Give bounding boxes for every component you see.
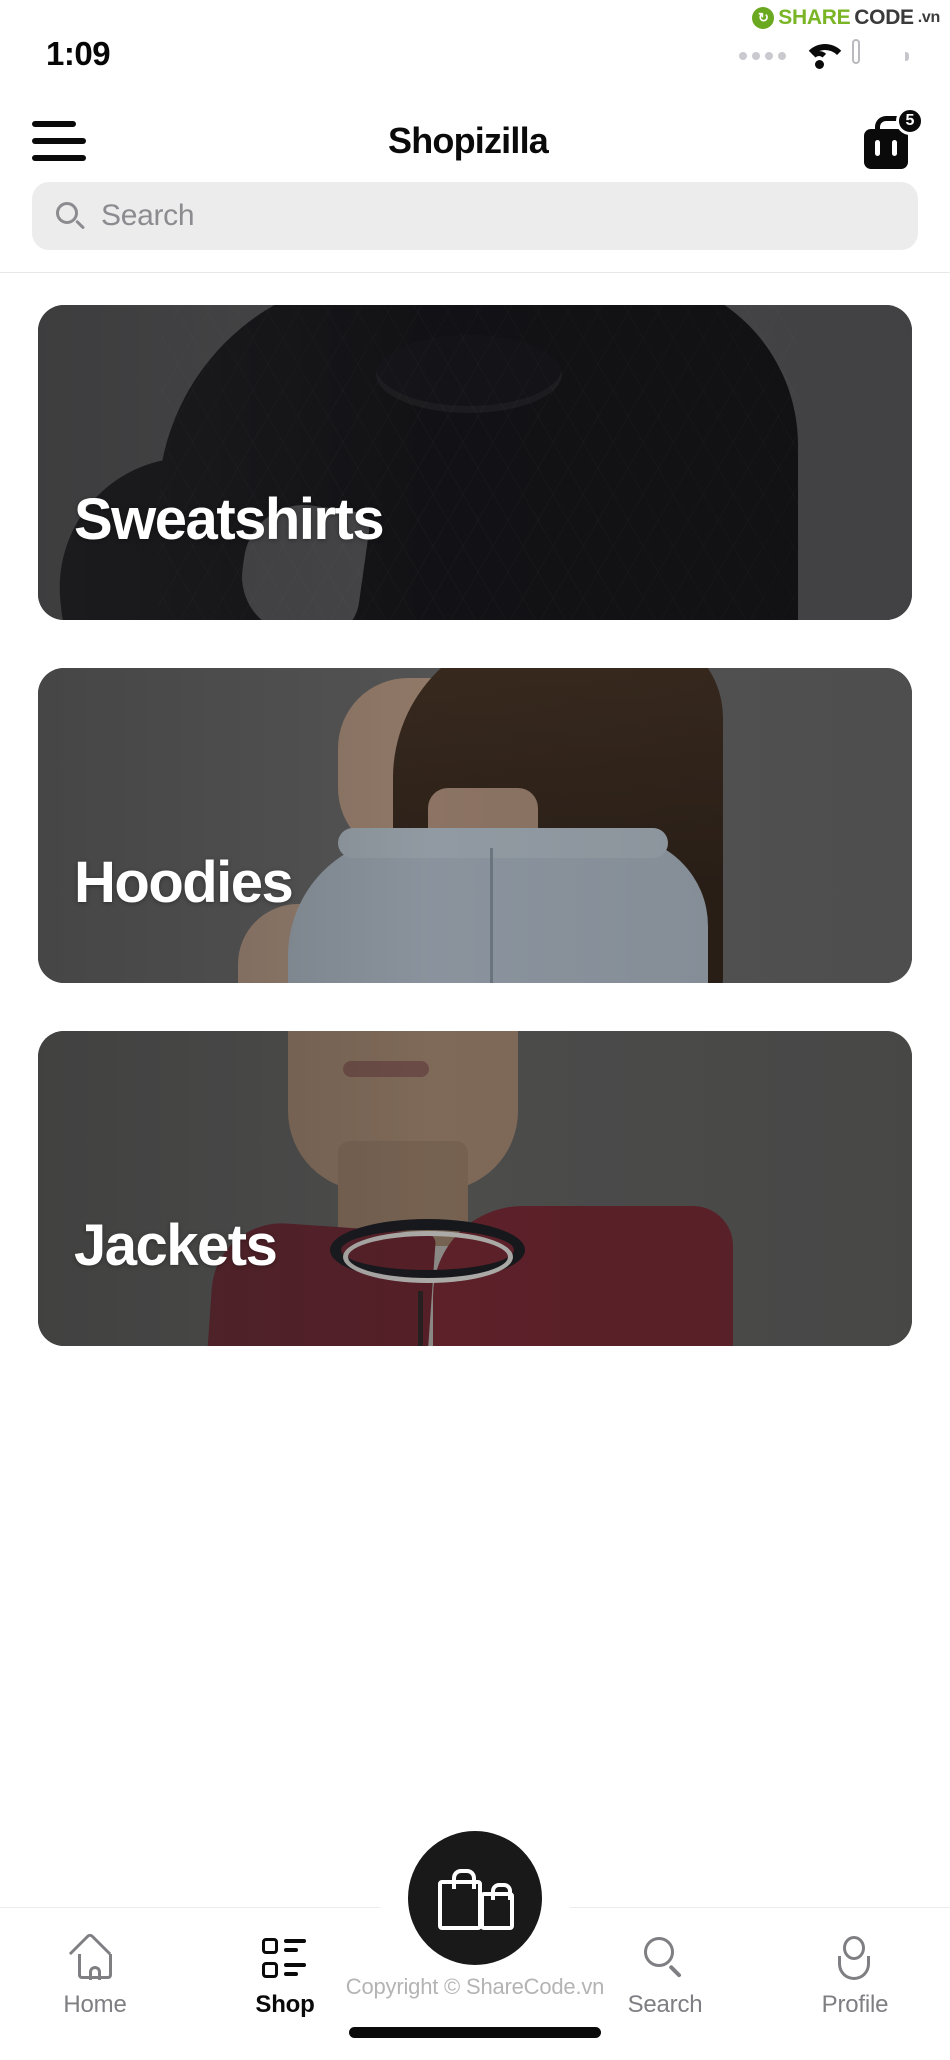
signal-dots-icon <box>739 52 786 60</box>
sharecode-leaf-icon: ↻ <box>752 7 775 29</box>
card-overlay-shade <box>38 668 912 983</box>
shopping-bag-icon <box>864 116 908 169</box>
person-icon <box>832 1936 878 1980</box>
cart-badge-count: 5 <box>896 107 924 135</box>
app-header: Shopizilla 5 <box>0 96 950 186</box>
category-card-jackets[interactable]: ShareCode.vn Jackets <box>38 1031 912 1346</box>
category-card-hoodies[interactable]: Hoodies <box>38 668 912 983</box>
phone-screen: ↻ SHARE CODE .vn 1:09 Shopizilla 5 Searc… <box>0 0 950 2060</box>
category-list: Sweatshirts Hoodies Jackets <box>38 305 912 1394</box>
nav-label-profile: Profile <box>821 1991 889 2018</box>
watermark-share-text: SHARE <box>778 6 851 29</box>
shopping-bags-icon <box>436 1862 514 1934</box>
search-placeholder: Search <box>101 199 195 232</box>
category-label: Jackets <box>74 1213 278 1278</box>
category-card-sweatshirts[interactable]: Sweatshirts <box>38 305 912 620</box>
home-icon <box>68 1931 118 1980</box>
battery-full-icon <box>852 38 909 70</box>
nav-label-home: Home <box>63 1991 127 2018</box>
status-bar-time: 1:09 <box>46 35 111 72</box>
card-overlay-shade <box>38 305 912 620</box>
header-divider <box>0 272 950 273</box>
wifi-icon <box>802 43 836 69</box>
nav-label-shop: Shop <box>255 1991 315 2018</box>
search-icon <box>56 202 86 230</box>
search-icon <box>642 1936 688 1980</box>
category-label: Sweatshirts <box>74 487 385 552</box>
search-input[interactable]: Search <box>32 182 918 250</box>
page-title: Shopizilla <box>387 120 549 161</box>
search-row: Search <box>32 182 918 250</box>
status-bar-indicators <box>739 38 909 70</box>
card-overlay-shade <box>38 1031 912 1346</box>
nav-item-profile[interactable]: Profile <box>760 1936 950 2019</box>
watermark-tld-text: .vn <box>917 9 941 26</box>
home-indicator[interactable] <box>349 2027 601 2038</box>
shop-fab-button[interactable] <box>399 1822 551 1974</box>
cart-button[interactable]: 5 <box>860 107 924 169</box>
watermark-code-text: CODE <box>854 6 914 29</box>
nav-item-home[interactable]: Home <box>0 1931 190 2019</box>
nav-label-search: Search <box>627 1991 703 2018</box>
copyright-watermark: Copyright © ShareCode.vn <box>345 1974 605 1999</box>
list-icon <box>262 1936 308 1980</box>
category-label: Hoodies <box>74 850 294 915</box>
sharecode-watermark-logo: ↻ SHARE CODE .vn <box>752 6 940 30</box>
